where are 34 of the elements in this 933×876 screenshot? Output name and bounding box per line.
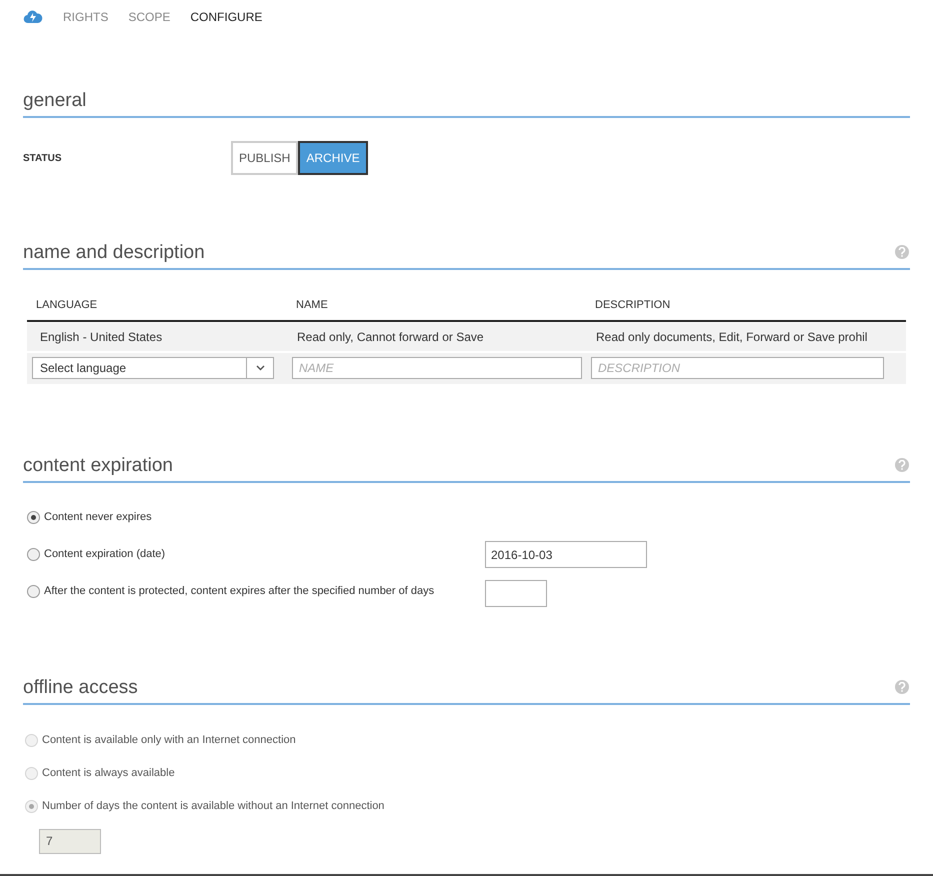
section-title: name and description	[23, 241, 205, 265]
table-cell-text: English - United States	[40, 328, 164, 346]
table-cell-text: Read only, Cannot forward or Save	[297, 328, 485, 346]
cloud-logo-icon[interactable]	[23, 10, 43, 24]
option-label: Content expiration (date)	[44, 547, 166, 562]
section-title: general	[23, 89, 86, 113]
radio-button[interactable]	[27, 585, 40, 598]
date-field[interactable]: 2016-10-03	[485, 541, 647, 568]
radio-button[interactable]	[27, 548, 40, 561]
status-toggle[interactable]: PUBLISH	[231, 141, 298, 175]
radio-button[interactable]	[27, 511, 40, 524]
section-title: content expiration	[23, 454, 173, 478]
nav-tab[interactable]: CONFIGURE	[190, 8, 262, 26]
help-icon[interactable]	[895, 458, 909, 472]
chevron-down-icon	[256, 365, 264, 371]
column-header: LANGUAGE	[36, 298, 98, 313]
option-label: Content is always available	[42, 766, 175, 782]
help-icon[interactable]	[895, 680, 909, 694]
language-select[interactable]: Select language	[32, 357, 274, 379]
description-field[interactable]: DESCRIPTION	[591, 357, 884, 379]
days-field[interactable]	[485, 580, 547, 607]
option-label: After the content is protected, content expires after the specified number of days	[44, 584, 434, 600]
section-title: offline access	[23, 676, 138, 700]
name-field[interactable]: NAME	[292, 357, 582, 379]
nav-tab[interactable]: SCOPE	[128, 8, 170, 26]
table-cell-text: Read only documents, Edit, Forward or Save prohil	[596, 328, 868, 346]
nav-tab[interactable]: RIGHTS	[63, 8, 108, 26]
column-header: NAME	[296, 298, 329, 313]
option-label: Content is available only with an Internet connection	[42, 733, 296, 748]
option-label: Number of days the content is available without an Internet connection	[42, 799, 384, 814]
column-header: DESCRIPTION	[595, 298, 672, 313]
option-label: Content never expires	[44, 510, 152, 526]
status-label: STATUS	[23, 152, 63, 166]
help-icon[interactable]	[895, 245, 909, 259]
